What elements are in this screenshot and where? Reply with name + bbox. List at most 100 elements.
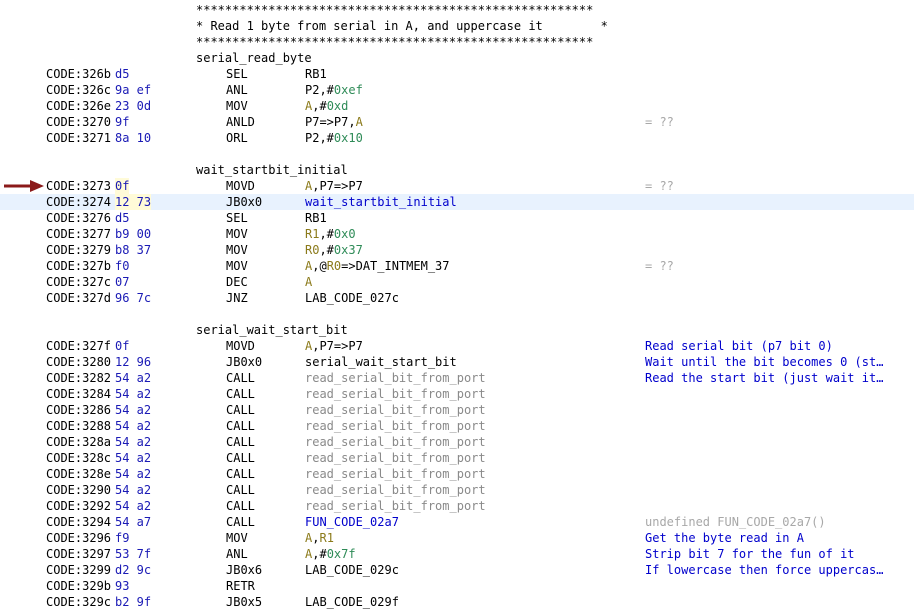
operand[interactable]: ,P7=>P7 <box>312 339 363 353</box>
mnemonic[interactable]: SEL <box>226 210 248 226</box>
mnemonic[interactable]: JNZ <box>226 290 248 306</box>
address[interactable]: CODE:326e <box>46 98 111 114</box>
instruction-row[interactable]: CODE:328a 54 a2 CALL read_serial_bit_from_p… <box>0 434 914 450</box>
mnemonic[interactable]: ORL <box>226 130 248 146</box>
instruction-row[interactable]: CODE:3292 54 a2 CALL read_serial_bit_from_p… <box>0 498 914 514</box>
operands[interactable]: A,P7=>P7 <box>305 338 363 354</box>
instruction-bytes[interactable]: 12 73 <box>115 194 152 210</box>
instruction-bytes[interactable]: 9f <box>115 114 129 130</box>
instruction-bytes[interactable]: 23 0d <box>115 98 151 114</box>
instruction-row[interactable]: CODE:3297 53 7f ANL A,#0x7f Strip bit 7 for … <box>0 546 914 562</box>
operand[interactable]: read_serial_bit_from_port <box>305 387 486 401</box>
mnemonic[interactable]: CALL <box>226 386 255 402</box>
label-line[interactable]: serial_wait_start_bit <box>0 322 914 338</box>
instruction-bytes[interactable]: f9 <box>115 530 129 546</box>
operands[interactable]: read_serial_bit_from_port <box>305 434 486 450</box>
instruction-row[interactable]: CODE:3279 b8 37 MOV R0,#0x37 <box>0 242 914 258</box>
operand[interactable]: LAB_CODE_029f <box>305 595 399 609</box>
operand[interactable]: read_serial_bit_from_port <box>305 371 486 385</box>
instruction-row[interactable]: CODE:3282 54 a2 CALL read_serial_bit_from_p… <box>0 370 914 386</box>
address[interactable]: CODE:326c <box>46 82 111 98</box>
operand[interactable]: serial_wait_start_bit <box>305 355 457 369</box>
instruction-bytes[interactable]: d2 9c <box>115 562 151 578</box>
operand[interactable]: read_serial_bit_from_port <box>305 451 486 465</box>
operand[interactable]: read_serial_bit_from_port <box>305 403 486 417</box>
mnemonic[interactable]: CALL <box>226 498 255 514</box>
operand[interactable]: read_serial_bit_from_port <box>305 467 486 481</box>
instruction-row[interactable]: CODE:326c 9a ef ANL P2,#0xef <box>0 82 914 98</box>
address[interactable]: CODE:3273 <box>46 178 111 194</box>
operand[interactable]: read_serial_bit_from_port <box>305 499 486 513</box>
instruction-bytes[interactable]: 12 96 <box>115 354 151 370</box>
operand[interactable]: LAB_CODE_027c <box>305 291 399 305</box>
mnemonic[interactable]: JB0x0 <box>226 194 262 210</box>
operands[interactable]: serial_wait_start_bit <box>305 354 457 370</box>
instruction-bytes[interactable]: f0 <box>115 258 129 274</box>
operands[interactable]: A,#0x7f <box>305 546 356 562</box>
operand[interactable]: ,@ <box>312 259 326 273</box>
mnemonic[interactable]: ANLD <box>226 114 255 130</box>
mnemonic[interactable]: JB0x5 <box>226 594 262 610</box>
operand[interactable]: read_serial_bit_from_port <box>305 419 486 433</box>
operands[interactable]: P7=>P7,A <box>305 114 363 130</box>
address[interactable]: CODE:327c <box>46 274 111 290</box>
instruction-row[interactable]: CODE:3286 54 a2 CALL read_serial_bit_from_p… <box>0 402 914 418</box>
instruction-row[interactable]: CODE:329c b2 9f JB0x5 LAB_CODE_029f <box>0 594 914 610</box>
instruction-bytes[interactable]: 54 a2 <box>115 450 151 466</box>
operand[interactable]: R1 <box>305 227 319 241</box>
instruction-bytes[interactable]: 54 a2 <box>115 386 151 402</box>
operands[interactable]: wait_startbit_initial <box>305 194 457 210</box>
address[interactable]: CODE:3282 <box>46 370 111 386</box>
operand[interactable]: =>DAT_INTMEM_37 <box>341 259 449 273</box>
instruction-bytes[interactable]: 54 a2 <box>115 402 151 418</box>
address[interactable]: CODE:3270 <box>46 114 111 130</box>
operands[interactable]: LAB_CODE_029f <box>305 594 399 610</box>
address[interactable]: CODE:327f <box>46 338 111 354</box>
mnemonic[interactable]: CALL <box>226 434 255 450</box>
eol-comment[interactable]: = ?? <box>645 178 674 194</box>
operand[interactable]: wait_startbit_initial <box>305 195 457 209</box>
instruction-row[interactable]: CODE:329b 93 RETR <box>0 578 914 594</box>
operand[interactable]: FUN_CODE_02a7 <box>305 515 399 529</box>
operands[interactable]: A,@R0=>DAT_INTMEM_37 <box>305 258 450 274</box>
instruction-row[interactable]: CODE:3271 8a 10 ORL P2,#0x10 <box>0 130 914 146</box>
address[interactable]: CODE:328e <box>46 466 111 482</box>
eol-comment[interactable]: = ?? <box>645 258 674 274</box>
mnemonic[interactable]: MOVD <box>226 338 255 354</box>
instruction-row[interactable]: CODE:3290 54 a2 CALL read_serial_bit_from_p… <box>0 482 914 498</box>
address[interactable]: CODE:3294 <box>46 514 111 530</box>
instruction-bytes[interactable]: b9 00 <box>115 226 151 242</box>
operand[interactable]: ,# <box>319 243 333 257</box>
mnemonic[interactable]: DEC <box>226 274 248 290</box>
mnemonic[interactable]: CALL <box>226 402 255 418</box>
address[interactable]: CODE:3279 <box>46 242 111 258</box>
operands[interactable]: read_serial_bit_from_port <box>305 482 486 498</box>
instruction-row[interactable]: CODE:3280 12 96 JB0x0 serial_wait_start_bit… <box>0 354 914 370</box>
address[interactable]: CODE:3274 <box>46 194 111 210</box>
operand[interactable]: ,# <box>319 227 333 241</box>
instruction-row[interactable]: CODE:326b d5 SEL RB1 <box>0 66 914 82</box>
mnemonic[interactable]: ANL <box>226 82 248 98</box>
instruction-bytes[interactable]: 54 a7 <box>115 514 151 530</box>
mnemonic[interactable]: CALL <box>226 418 255 434</box>
instruction-bytes[interactable]: 54 a2 <box>115 434 151 450</box>
mnemonic[interactable]: JB0x6 <box>226 562 262 578</box>
address[interactable]: CODE:329c <box>46 594 111 610</box>
operand[interactable]: R1 <box>319 531 333 545</box>
mnemonic[interactable]: JB0x0 <box>226 354 262 370</box>
operands[interactable]: A,R1 <box>305 530 334 546</box>
operand[interactable]: A <box>305 275 312 289</box>
operand[interactable]: LAB_CODE_029c <box>305 563 399 577</box>
mnemonic[interactable]: MOV <box>226 530 248 546</box>
instruction-bytes[interactable]: b8 37 <box>115 242 151 258</box>
operand[interactable]: RB1 <box>305 67 327 81</box>
address[interactable]: CODE:328c <box>46 450 111 466</box>
eol-comment[interactable]: Wait until the bit becomes 0 (st… <box>645 354 883 370</box>
instruction-bytes[interactable]: b2 9f <box>115 594 151 610</box>
instruction-row[interactable]: CODE:327d 96 7c JNZ LAB_CODE_027c <box>0 290 914 306</box>
operand[interactable]: 0x10 <box>334 131 363 145</box>
operand[interactable]: read_serial_bit_from_port <box>305 483 486 497</box>
instruction-bytes[interactable]: 54 a2 <box>115 418 151 434</box>
instruction-bytes[interactable]: d5 <box>115 210 129 226</box>
operands[interactable]: read_serial_bit_from_port <box>305 498 486 514</box>
